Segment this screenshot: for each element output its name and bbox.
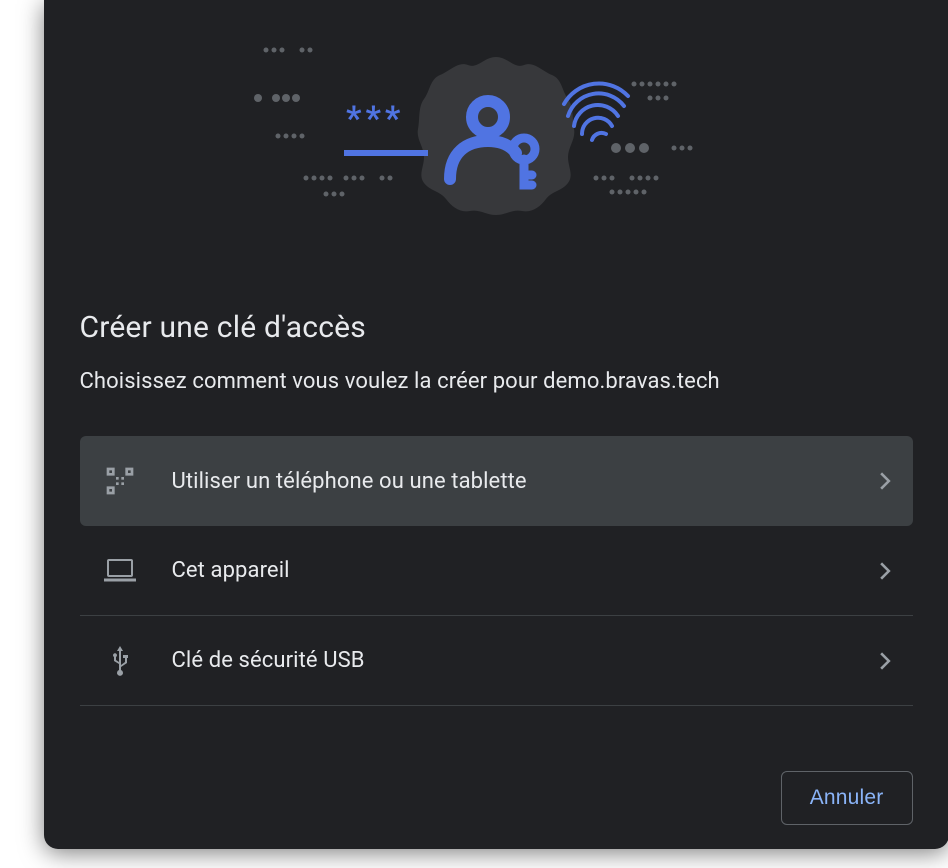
dialog-footer: Annuler bbox=[781, 771, 913, 825]
laptop-icon bbox=[102, 558, 138, 584]
option-phone-tablet[interactable]: Utiliser un téléphone ou une tablette bbox=[80, 436, 913, 526]
chevron-right-icon bbox=[879, 562, 891, 580]
option-this-device[interactable]: Cet appareil bbox=[80, 526, 913, 616]
passkey-hero-svg: *** bbox=[236, 20, 756, 250]
passkey-options-list: Utiliser un téléphone ou une tablette Ce… bbox=[80, 436, 913, 706]
option-label: Clé de sécurité USB bbox=[172, 648, 845, 673]
qr-device-icon bbox=[102, 465, 138, 497]
hero-illustration: *** bbox=[44, 0, 948, 270]
dialog-subtitle: Choisissez comment vous voulez la créer … bbox=[80, 369, 913, 394]
chevron-right-icon bbox=[879, 652, 891, 670]
passkey-create-dialog: *** bbox=[44, 0, 948, 849]
option-usb-key[interactable]: Clé de sécurité USB bbox=[80, 616, 913, 706]
option-label: Utiliser un téléphone ou une tablette bbox=[172, 469, 845, 494]
svg-text:***: *** bbox=[346, 99, 404, 139]
dialog-content: Créer une clé d'accès Choisissez comment… bbox=[44, 310, 948, 706]
chevron-right-icon bbox=[879, 472, 891, 490]
usb-icon bbox=[102, 644, 138, 678]
option-label: Cet appareil bbox=[172, 558, 845, 583]
cancel-button[interactable]: Annuler bbox=[781, 771, 913, 825]
dialog-title: Créer une clé d'accès bbox=[80, 310, 913, 345]
